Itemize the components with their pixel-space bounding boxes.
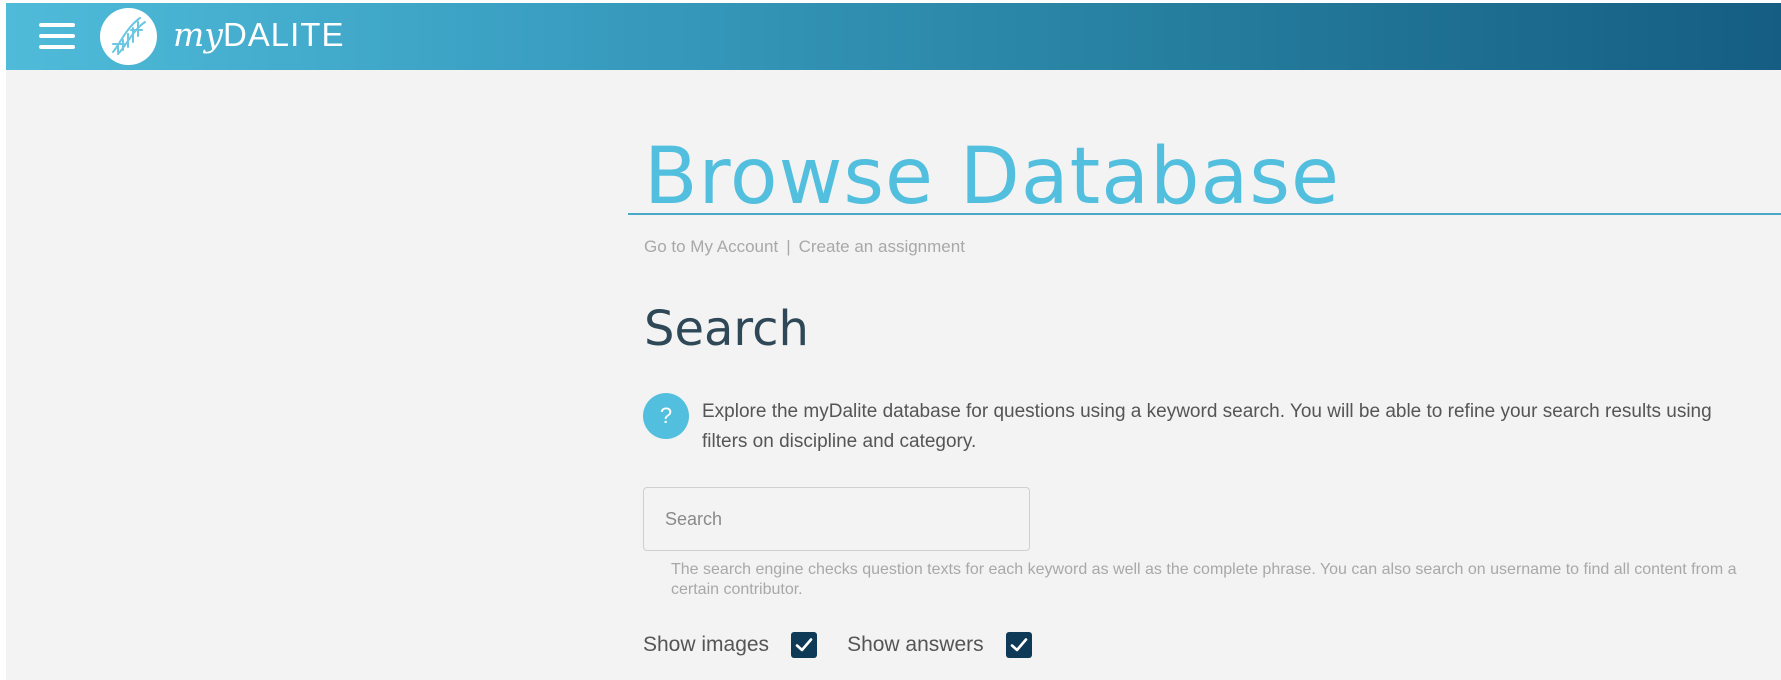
show-images-label[interactable]: Show images bbox=[643, 633, 769, 657]
checkmark-icon bbox=[795, 638, 813, 652]
show-answers-checkbox[interactable] bbox=[1005, 632, 1032, 658]
search-heading: Search bbox=[644, 301, 809, 357]
breadcrumb: Go to My Account | Create an assignment bbox=[644, 237, 965, 257]
brand-my: my bbox=[173, 15, 223, 54]
brand-name[interactable]: myDALITE bbox=[173, 15, 344, 55]
create-assignment-link[interactable]: Create an assignment bbox=[799, 237, 965, 256]
app-frame: myDALITE Browse Database Go to My Accoun… bbox=[6, 3, 1781, 680]
show-images-checkbox[interactable] bbox=[791, 632, 818, 658]
show-answers-label[interactable]: Show answers bbox=[847, 633, 984, 657]
brand-dalite: DALITE bbox=[222, 16, 345, 53]
search-help-text: Explore the myDalite database for questi… bbox=[702, 401, 1712, 452]
display-options: Show images Show answers bbox=[643, 630, 1062, 660]
search-input[interactable] bbox=[643, 487, 1030, 551]
go-to-my-account-link[interactable]: Go to My Account bbox=[644, 237, 778, 256]
page-title: Browse Database bbox=[644, 132, 1340, 222]
breadcrumb-separator: | bbox=[786, 237, 791, 256]
mydalite-logo-icon[interactable] bbox=[100, 8, 157, 65]
search-hint-text: The search engine checks question texts … bbox=[671, 561, 1737, 598]
checkmark-icon bbox=[1010, 638, 1027, 652]
top-navigation-bar: myDALITE bbox=[6, 3, 1781, 70]
title-divider bbox=[628, 213, 1781, 215]
question-mark-icon[interactable]: ? bbox=[643, 393, 689, 439]
hamburger-menu-icon[interactable] bbox=[39, 23, 75, 49]
